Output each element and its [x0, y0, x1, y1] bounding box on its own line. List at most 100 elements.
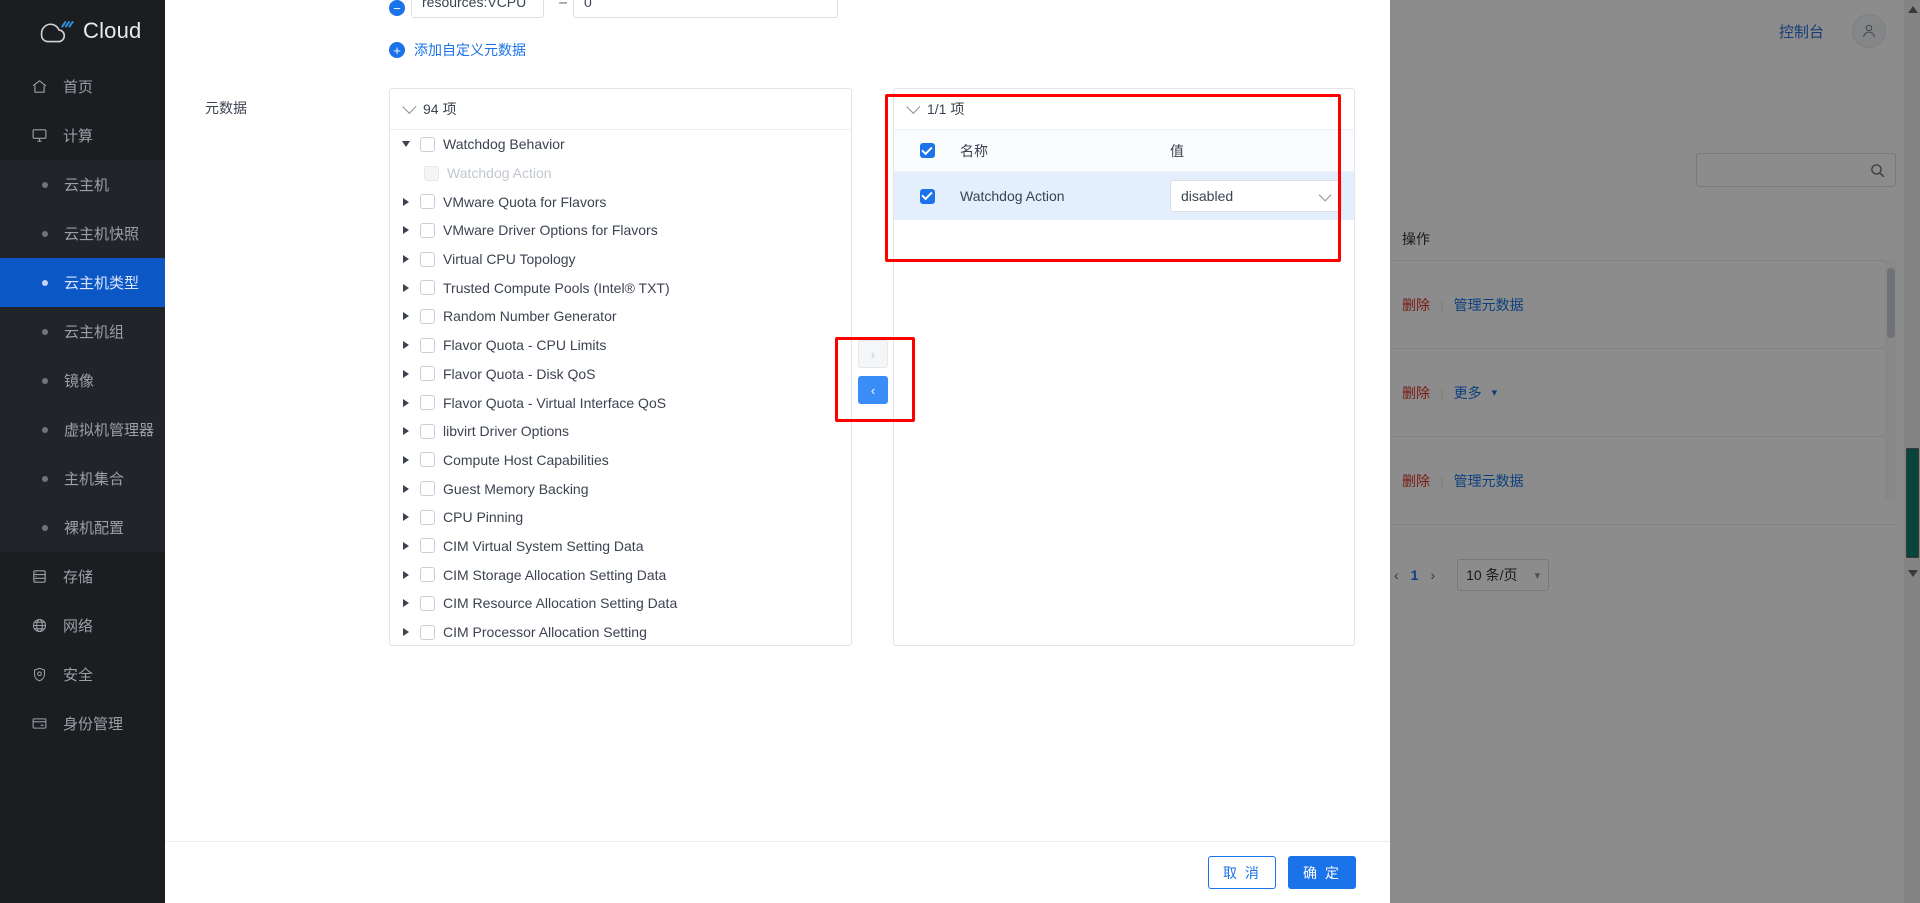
row-checkbox[interactable] [894, 189, 960, 204]
selected-row: Watchdog Action disabled [894, 172, 1354, 220]
checkbox-icon[interactable] [420, 338, 435, 353]
available-tree-row-label: CIM Virtual System Setting Data [443, 538, 643, 554]
move-right-button[interactable]: › [858, 340, 888, 368]
selected-row-value-cell: disabled [1170, 180, 1358, 212]
cloud-logo-icon [38, 19, 74, 43]
chevron-right-icon[interactable] [400, 341, 412, 349]
checkbox-icon[interactable] [420, 309, 435, 324]
available-tree-row[interactable]: CIM Resource Allocation Setting Data [390, 589, 851, 618]
available-tree-row[interactable]: Guest Memory Backing [390, 474, 851, 503]
chevron-right-icon[interactable] [400, 399, 412, 407]
available-tree-row-label: CPU Pinning [443, 509, 523, 525]
shield-icon [30, 666, 49, 683]
chevron-down-icon [1319, 188, 1332, 201]
available-tree-row[interactable]: Virtual CPU Topology [390, 245, 851, 274]
sidebar-item-identity[interactable]: 身份管理 [0, 699, 165, 748]
chevron-right-icon[interactable] [400, 571, 412, 579]
selected-panel-header[interactable]: 1/1 项 [894, 89, 1354, 130]
chevron-down-icon[interactable] [400, 141, 412, 147]
available-tree-row[interactable]: Flavor Quota - Disk QoS [390, 360, 851, 389]
chevron-right-icon[interactable] [400, 312, 412, 320]
sidebar-item-label: 身份管理 [63, 713, 123, 734]
add-custom-metadata-label: 添加自定义元数据 [414, 40, 526, 60]
available-tree-row-label: Flavor Quota - Virtual Interface QoS [443, 395, 666, 411]
sidebar-item-hypervisor[interactable]: 虚拟机管理器 [0, 405, 165, 454]
available-tree-row[interactable]: CIM Processor Allocation Setting [390, 618, 851, 647]
chevron-right-icon[interactable] [400, 427, 412, 435]
chevron-right-icon[interactable] [400, 456, 412, 464]
checkbox-icon[interactable] [420, 223, 435, 238]
confirm-button[interactable]: 确 定 [1288, 856, 1356, 889]
sidebar-item-host-group[interactable]: 云主机组 [0, 307, 165, 356]
chevron-right-icon[interactable] [400, 542, 412, 550]
checkbox-icon[interactable] [420, 452, 435, 467]
move-left-button[interactable]: ‹ [858, 376, 888, 404]
available-tree-row[interactable]: Watchdog Behavior [390, 130, 851, 159]
available-tree-row[interactable]: Watchdog Action [390, 159, 851, 188]
chevron-right-icon[interactable] [400, 255, 412, 263]
sidebar-item-flavor[interactable]: 云主机类型 [0, 258, 165, 307]
metadata-value-input[interactable]: 0 [573, 0, 838, 18]
available-tree-row[interactable]: CIM Storage Allocation Setting Data [390, 560, 851, 589]
checkbox-icon[interactable] [420, 424, 435, 439]
checkbox-icon[interactable] [420, 366, 435, 381]
available-tree-row-label: CIM Storage Allocation Setting Data [443, 567, 666, 583]
chevron-right-icon[interactable] [400, 513, 412, 521]
checkbox-icon[interactable] [420, 510, 435, 525]
available-tree-row[interactable]: VMware Quota for Flavors [390, 187, 851, 216]
checkbox-icon[interactable] [420, 194, 435, 209]
sidebar-item-host-aggregate[interactable]: 主机集合 [0, 454, 165, 503]
sidebar-item-storage[interactable]: 存储 [0, 552, 165, 601]
checkbox-icon[interactable] [420, 481, 435, 496]
storage-icon [30, 568, 49, 585]
checkbox-icon[interactable] [420, 625, 435, 640]
sidebar-item-network[interactable]: 网络 [0, 601, 165, 650]
chevron-right-icon[interactable] [400, 370, 412, 378]
sidebar-item-label: 镜像 [64, 370, 94, 391]
minus-circle-icon[interactable]: − [389, 0, 405, 16]
available-tree-row[interactable]: Flavor Quota - CPU Limits [390, 331, 851, 360]
sidebar-item-security[interactable]: 安全 [0, 650, 165, 699]
available-tree-row[interactable]: Random Number Generator [390, 302, 851, 331]
sidebar-item-baremetal-config[interactable]: 裸机配置 [0, 503, 165, 552]
available-tree-row-label: CIM Resource Allocation Setting Data [443, 595, 677, 611]
checkbox-icon[interactable] [420, 567, 435, 582]
sidebar-item-compute[interactable]: 计算 [0, 111, 165, 160]
chevron-right-icon[interactable] [400, 599, 412, 607]
checkbox-icon [920, 189, 935, 204]
checkbox-icon[interactable] [420, 280, 435, 295]
chevron-right-icon[interactable] [400, 628, 412, 636]
available-tree-row[interactable]: CPU Pinning [390, 503, 851, 532]
chevron-right-icon[interactable] [400, 198, 412, 206]
cancel-button[interactable]: 取 消 [1208, 856, 1276, 889]
monitor-icon [30, 127, 49, 144]
checkbox-icon[interactable] [420, 596, 435, 611]
available-panel-header[interactable]: 94 项 [390, 89, 851, 130]
chevron-right-icon[interactable] [400, 226, 412, 234]
available-tree-row[interactable]: Trusted Compute Pools (Intel® TXT) [390, 273, 851, 302]
available-tree-row[interactable]: Flavor Quota - Virtual Interface QoS [390, 388, 851, 417]
watchdog-action-select[interactable]: disabled [1170, 180, 1342, 212]
available-tree-row[interactable]: Compute Host Capabilities [390, 446, 851, 475]
sidebar-item-home[interactable]: 首页 [0, 62, 165, 111]
sidebar-item-image[interactable]: 镜像 [0, 356, 165, 405]
available-tree-row-label: Virtual CPU Topology [443, 251, 576, 267]
brand-name: Cloud [83, 18, 141, 44]
add-custom-metadata-button[interactable]: + 添加自定义元数据 [389, 40, 526, 60]
column-header-value: 值 [1170, 141, 1354, 161]
metadata-key-input[interactable]: resources:VCPU [411, 0, 544, 18]
available-tree-row[interactable]: CIM Virtual System Setting Data [390, 532, 851, 561]
checkbox-icon[interactable] [420, 252, 435, 267]
chevron-right-icon[interactable] [400, 284, 412, 292]
checkbox-icon[interactable] [420, 395, 435, 410]
checkbox-icon[interactable] [420, 137, 435, 152]
checkbox-icon[interactable] [420, 538, 435, 553]
select-all-checkbox[interactable] [894, 143, 960, 158]
sidebar-item-cloud-host[interactable]: 云主机 [0, 160, 165, 209]
sidebar-item-host-snapshot[interactable]: 云主机快照 [0, 209, 165, 258]
sidebar-item-label: 云主机类型 [64, 272, 139, 293]
sidebar-item-label: 主机集合 [64, 468, 124, 489]
chevron-right-icon[interactable] [400, 485, 412, 493]
available-tree-row[interactable]: libvirt Driver Options [390, 417, 851, 446]
available-tree-row[interactable]: VMware Driver Options for Flavors [390, 216, 851, 245]
